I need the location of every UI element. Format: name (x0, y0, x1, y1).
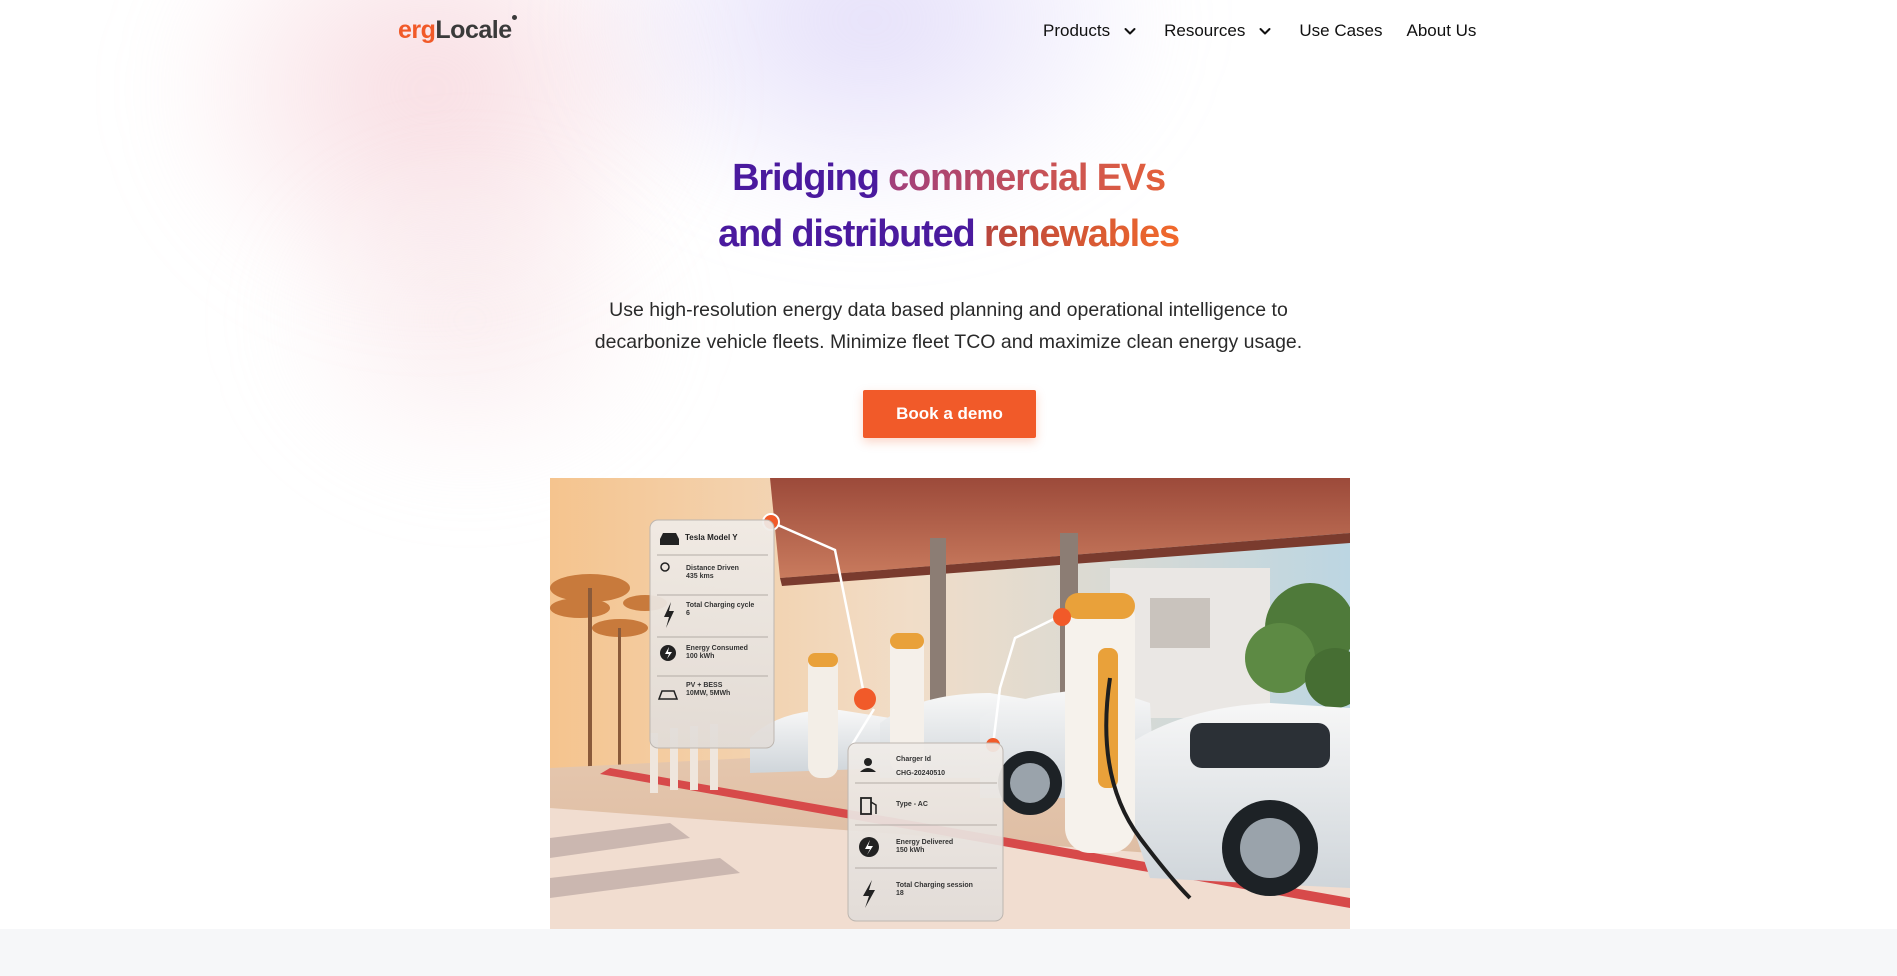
ergolocale-logo[interactable]: ergLocale (398, 14, 517, 46)
charging-session-value: 18 (896, 890, 904, 897)
charging-cycles-label: Total Charging cycle (686, 602, 754, 609)
hero-section: Bridging commercial EVs and distributed … (0, 150, 1897, 262)
charger-id-label: Charger Id (896, 756, 931, 763)
headline-and-distributed: and distributed (718, 213, 976, 255)
nav-about-us[interactable]: About Us (1407, 21, 1477, 41)
next-section-strip (0, 929, 1897, 976)
pv-bess-label: PV + BESS (686, 682, 723, 689)
logo-erg-text: erg (398, 16, 436, 44)
subtitle-line-1: Use high-resolution energy data based pl… (609, 299, 1288, 321)
hero-ev-charging-image: Tesla Model Y Distance Driven 435 kms To… (550, 478, 1350, 929)
book-demo-button[interactable]: Book a demo (863, 390, 1036, 438)
charging-cycles-value: 6 (686, 610, 690, 617)
ev-charging-illustration: Tesla Model Y Distance Driven 435 kms To… (550, 478, 1350, 929)
distance-label: Distance Driven (686, 565, 739, 572)
headline-commercial-evs: commercial EVs (888, 157, 1166, 199)
hero-headline: Bridging commercial EVs and distributed … (0, 150, 1897, 262)
logo-dot (511, 15, 517, 20)
nav-products-label: Products (1043, 21, 1111, 40)
charger-type-label: Type - AC (896, 801, 928, 808)
nav-use-cases[interactable]: Use Cases (1299, 21, 1382, 41)
charger-id-value: CHG-20240510 (896, 770, 945, 777)
car-icon (660, 533, 679, 545)
charging-session-label: Total Charging session (896, 882, 973, 889)
main-nav: Products Resources Use Cases About Us (1043, 18, 1476, 44)
subtitle-line-2: decarbonize vehicle fleets. Minimize fle… (594, 331, 1303, 353)
energy-consumed-value: 100 kWh (686, 653, 714, 660)
chevron-down-icon (1124, 28, 1136, 35)
pv-bess-value: 10MW, 5MWh (686, 690, 730, 697)
user-icon (864, 758, 872, 766)
nav-resources[interactable]: Resources (1164, 21, 1273, 41)
vehicle-info-card: Tesla Model Y Distance Driven 435 kms To… (649, 519, 775, 749)
nav-resources-label: Resources (1164, 21, 1246, 40)
headline-word-bridging: Bridging (732, 157, 880, 199)
headline-renewables: renewables (983, 213, 1180, 255)
hero-subtitle: Use high-resolution energy data based pl… (0, 294, 1897, 358)
chevron-down-icon (1259, 28, 1271, 35)
distance-value: 435 kms (686, 573, 714, 580)
top-navbar: ergLocale Products Resources Use Cases A… (0, 0, 1897, 64)
nav-products[interactable]: Products (1043, 21, 1138, 41)
energy-consumed-label: Energy Consumed (686, 645, 748, 652)
energy-delivered-value: 150 kWh (896, 847, 924, 854)
vehicle-card-title: Tesla Model Y (685, 533, 738, 542)
charger-info-card: Charger Id CHG-20240510 Type - AC Energy… (847, 742, 1004, 922)
logo-locale-text: Locale (435, 16, 512, 44)
energy-delivered-label: Energy Delivered (896, 839, 953, 846)
